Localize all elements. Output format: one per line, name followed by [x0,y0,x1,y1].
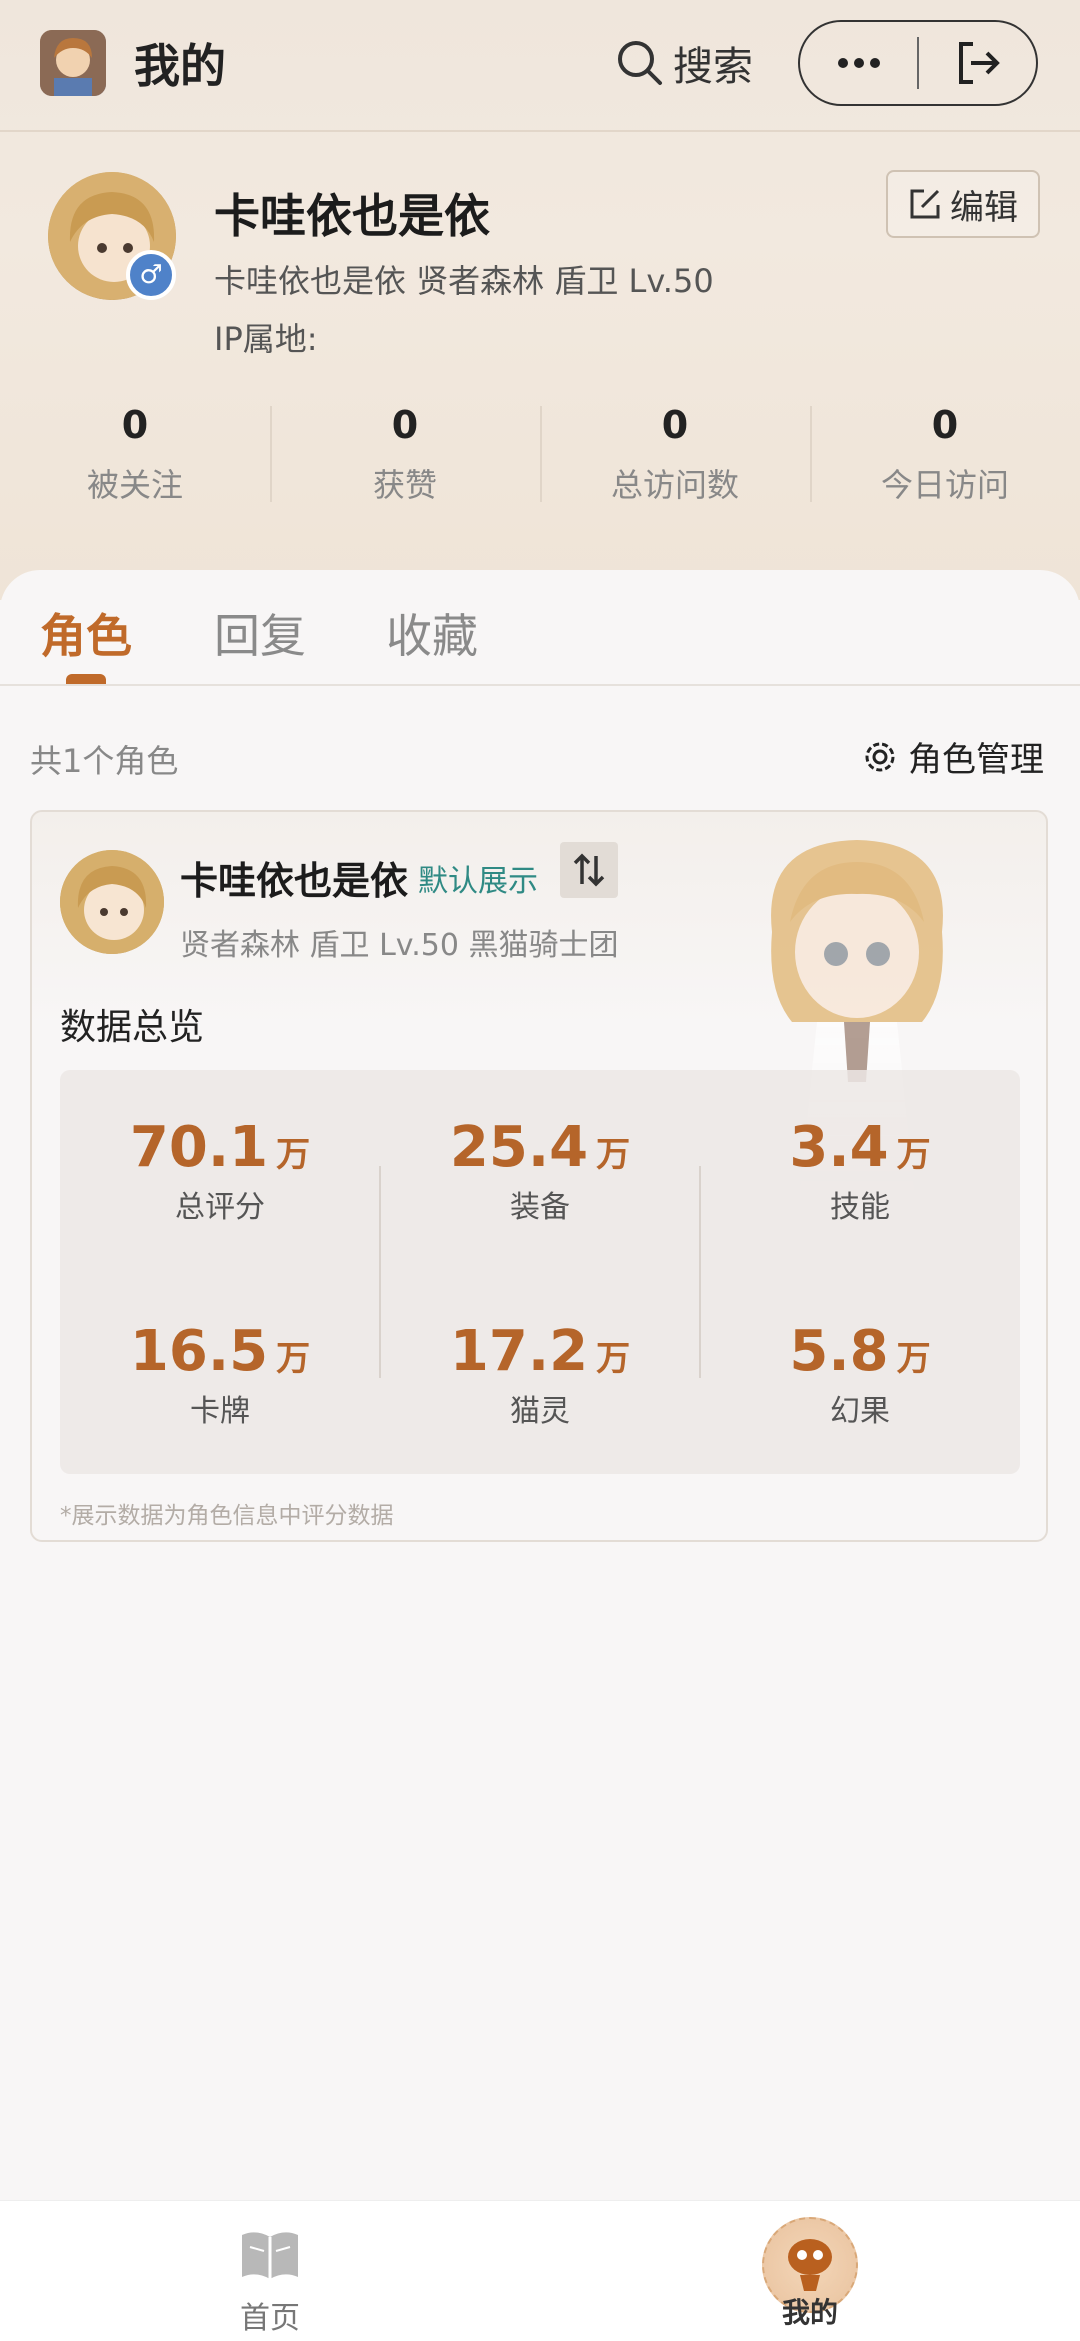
more-icon [837,58,880,68]
role-count: 共1个角色 [30,742,179,780]
stat-total-visits[interactable]: 0 总访问数 [540,400,810,510]
stat-today-visits[interactable]: 0 今日访问 [810,400,1080,510]
metric-label: 总评分 [175,1190,265,1225]
tab-favorites[interactable]: 收藏 [386,600,478,666]
metric-value: 5.8 [789,1319,889,1384]
metric-unit: 万 [276,1339,311,1379]
metric-value: 70.1 [129,1115,269,1180]
nav-mine-label: 我的 [781,2296,838,2329]
search-icon [618,41,662,85]
stat-value: 0 [121,403,149,447]
exit-button[interactable] [919,22,1036,104]
metric-label: 装备 [510,1190,570,1225]
stat-label: 获赞 [372,466,437,504]
metric-cat-spirit: 17.2 万 猫灵 [380,1320,700,1430]
metric-value: 25.4 [449,1115,589,1180]
swap-arrows-icon [573,853,605,887]
stat-label: 今日访问 [880,466,1009,504]
nav-home[interactable]: 首页 [230,2225,310,2337]
metrics-grid: 70.1 万 总评分 25.4 万 装备 3.4 万 技能 16.5 万 卡牌 17.2… [60,1070,1020,1474]
metric-fantasy-fruit: 5.8 万 幻果 [700,1320,1020,1430]
more-button[interactable] [800,22,917,104]
edit-label: 编辑 [950,187,1018,228]
book-icon [242,2232,298,2279]
metric-unit: 万 [896,1135,931,1175]
ip-location: IP属地: [214,320,318,358]
bottom-nav: 首页 我的 [0,2200,1080,2341]
metric-label: 猫灵 [510,1394,570,1429]
app-avatar[interactable] [40,30,106,96]
character-subtitle: 贤者森林 盾卫 Lv.50 黑猫骑士团 [180,928,619,963]
metric-value: 3.4 [789,1115,889,1180]
edit-icon [910,189,940,219]
metric-value: 17.2 [449,1319,589,1384]
metric-label: 幻果 [830,1394,890,1429]
swap-button[interactable] [560,842,618,898]
character-avatar [60,850,164,954]
profile-subtitle: 卡哇依也是依 贤者森林 盾卫 Lv.50 [214,262,714,300]
metric-value: 16.5 [129,1319,269,1384]
search-label: 搜索 [673,44,753,90]
metric-skills: 3.4 万 技能 [700,1116,1020,1226]
tab-roles[interactable]: 角色 [40,600,132,666]
overview-title: 数据总览 [60,1007,205,1048]
exit-icon [958,42,1000,84]
profile-stats: 0 被关注 0 获赞 0 总访问数 0 今日访问 [0,400,1080,510]
metric-unit: 万 [276,1135,311,1175]
edit-profile-button[interactable]: 编辑 [886,170,1040,238]
grid-divider [699,1166,701,1378]
metric-unit: 万 [596,1135,631,1175]
search-button[interactable]: 搜索 [615,34,753,92]
stat-label: 总访问数 [610,466,739,504]
character-card[interactable]: 卡哇依也是依 默认展示 贤者森林 盾卫 Lv.50 黑猫骑士团 数据总览 70.… [30,810,1048,1542]
stat-label: 被关注 [86,466,183,504]
metric-cards: 16.5 万 卡牌 [60,1320,380,1430]
tab-indicator [66,674,106,684]
role-manage-button[interactable]: 角色管理 [860,732,1044,781]
metric-label: 卡牌 [190,1394,250,1429]
metric-unit: 万 [596,1339,631,1379]
metric-total-score: 70.1 万 总评分 [60,1116,380,1226]
default-display-tag: 默认展示 [418,864,538,899]
role-manage-label: 角色管理 [908,740,1044,780]
nav-mine[interactable]: 我的 [760,2217,860,2331]
stat-value: 0 [931,403,959,447]
tab-bar: 角色 回复 收藏 [0,570,1080,686]
capsule-menu [798,20,1038,106]
character-name: 卡哇依也是依 [180,859,409,903]
stat-followers[interactable]: 0 被关注 [0,400,270,510]
data-note: *展示数据为角色信息中评分数据 [60,1503,394,1529]
metric-equipment: 25.4 万 装备 [380,1116,700,1226]
app-bar: 我的 搜索 [0,0,1080,132]
tab-replies[interactable]: 回复 [214,600,306,666]
metric-unit: 万 [896,1339,931,1379]
metric-label: 技能 [830,1190,890,1225]
stat-value: 0 [391,403,419,447]
gender-male-icon: ♂ [126,250,176,300]
mascot-icon [788,2239,832,2291]
gear-icon [865,742,895,771]
grid-divider [379,1166,381,1378]
profile-name: 卡哇依也是依 [214,189,490,243]
stat-value: 0 [661,403,689,447]
stat-likes[interactable]: 0 获赞 [270,400,540,510]
page-title: 我的 [134,39,226,93]
nav-home-label: 首页 [240,2301,300,2336]
